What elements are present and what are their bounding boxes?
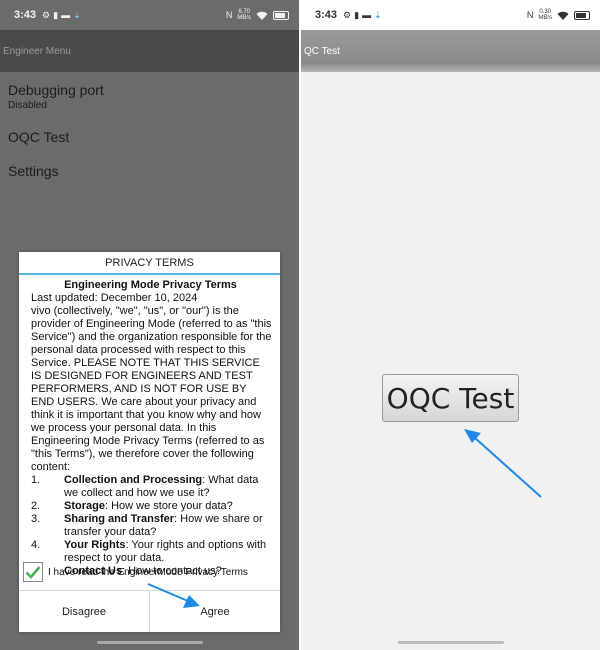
menu-item-title: Debugging port [8, 82, 104, 98]
battery-icon [574, 10, 590, 20]
battery-icon [273, 10, 289, 20]
list-item: 2. Storage: How we store your data? [31, 500, 233, 512]
book-status-icon: ▮ [53, 9, 59, 20]
checkbox-label: I have read the EngineerMode Privacy Ter… [48, 566, 248, 578]
terms-updated: Last updated: December 10, 2024 [31, 292, 198, 304]
wifi-icon [256, 11, 268, 20]
download-status-icon: ⇣ [73, 9, 81, 20]
status-bar: 3:43 ⚙ ▮ ▬ ⇣ N 0.30 MB/s [301, 0, 600, 30]
book-status-icon: ▮ [354, 9, 360, 20]
menu-item-settings[interactable]: Settings [0, 163, 67, 179]
status-time: 3:43 [14, 9, 37, 21]
settings-status-icon: ⚙ [343, 9, 352, 20]
app-status-icon: ▬ [362, 10, 372, 20]
dialog-buttons: Disagree Agree [19, 590, 280, 632]
status-bar: 3:43 ⚙ ▮ ▬ ⇣ N 6.70 MB/s [0, 0, 299, 30]
menu-item-subtitle: Disabled [8, 100, 47, 111]
network-speed: 0.30 MB/s [538, 9, 552, 21]
checkmark-icon [25, 566, 41, 579]
list-item: 1. Collection and Processing: What data w… [31, 474, 259, 499]
wifi-icon [557, 11, 569, 20]
menu-item-oqc-test[interactable]: OQC Test [0, 129, 77, 145]
app-title: Engineer Menu [3, 45, 71, 57]
navigation-handle[interactable] [96, 641, 203, 644]
app-status-icon: ▬ [61, 10, 71, 20]
qc-test-screen: 3:43 ⚙ ▮ ▬ ⇣ N 0.30 MB/s QC Test OQC Tes… [301, 0, 600, 650]
navigation-handle[interactable] [397, 641, 504, 644]
privacy-terms-text[interactable]: Engineering Mode Privacy Terms Last upda… [19, 277, 280, 577]
arrow-annotation [464, 429, 542, 498]
settings-status-icon: ⚙ [42, 9, 51, 20]
menu-item-debugging-port[interactable]: Debugging port Disabled [0, 82, 112, 111]
status-time: 3:43 [315, 9, 338, 21]
terms-paragraph: vivo (collectively, "we", "us", or "our"… [31, 305, 272, 473]
nfc-icon: N [225, 10, 233, 20]
engineer-menu-screen: 3:43 ⚙ ▮ ▬ ⇣ N 6.70 MB/s Engineer Menu D… [0, 0, 299, 650]
agree-button[interactable]: Agree [149, 591, 280, 632]
menu-item-title: OQC Test [8, 129, 70, 145]
privacy-terms-checkbox[interactable]: I have read the EngineerMode Privacy Ter… [23, 562, 248, 582]
list-item: 3. Sharing and Transfer: How we share or … [31, 513, 263, 538]
menu-item-title: Settings [8, 163, 59, 179]
network-speed: 6.70 MB/s [237, 9, 251, 21]
disagree-button[interactable]: Disagree [19, 591, 149, 632]
app-bar: QC Test [301, 30, 600, 72]
dialog-title: PRIVACY TERMS [19, 252, 280, 275]
nfc-icon: N [526, 10, 534, 20]
app-bar: Engineer Menu [0, 30, 299, 72]
app-title: QC Test [304, 45, 340, 57]
terms-heading: Engineering Mode Privacy Terms [64, 279, 237, 291]
checkbox[interactable] [23, 562, 43, 582]
oqc-test-button[interactable]: OQC Test [382, 374, 519, 422]
download-status-icon: ⇣ [374, 9, 382, 20]
